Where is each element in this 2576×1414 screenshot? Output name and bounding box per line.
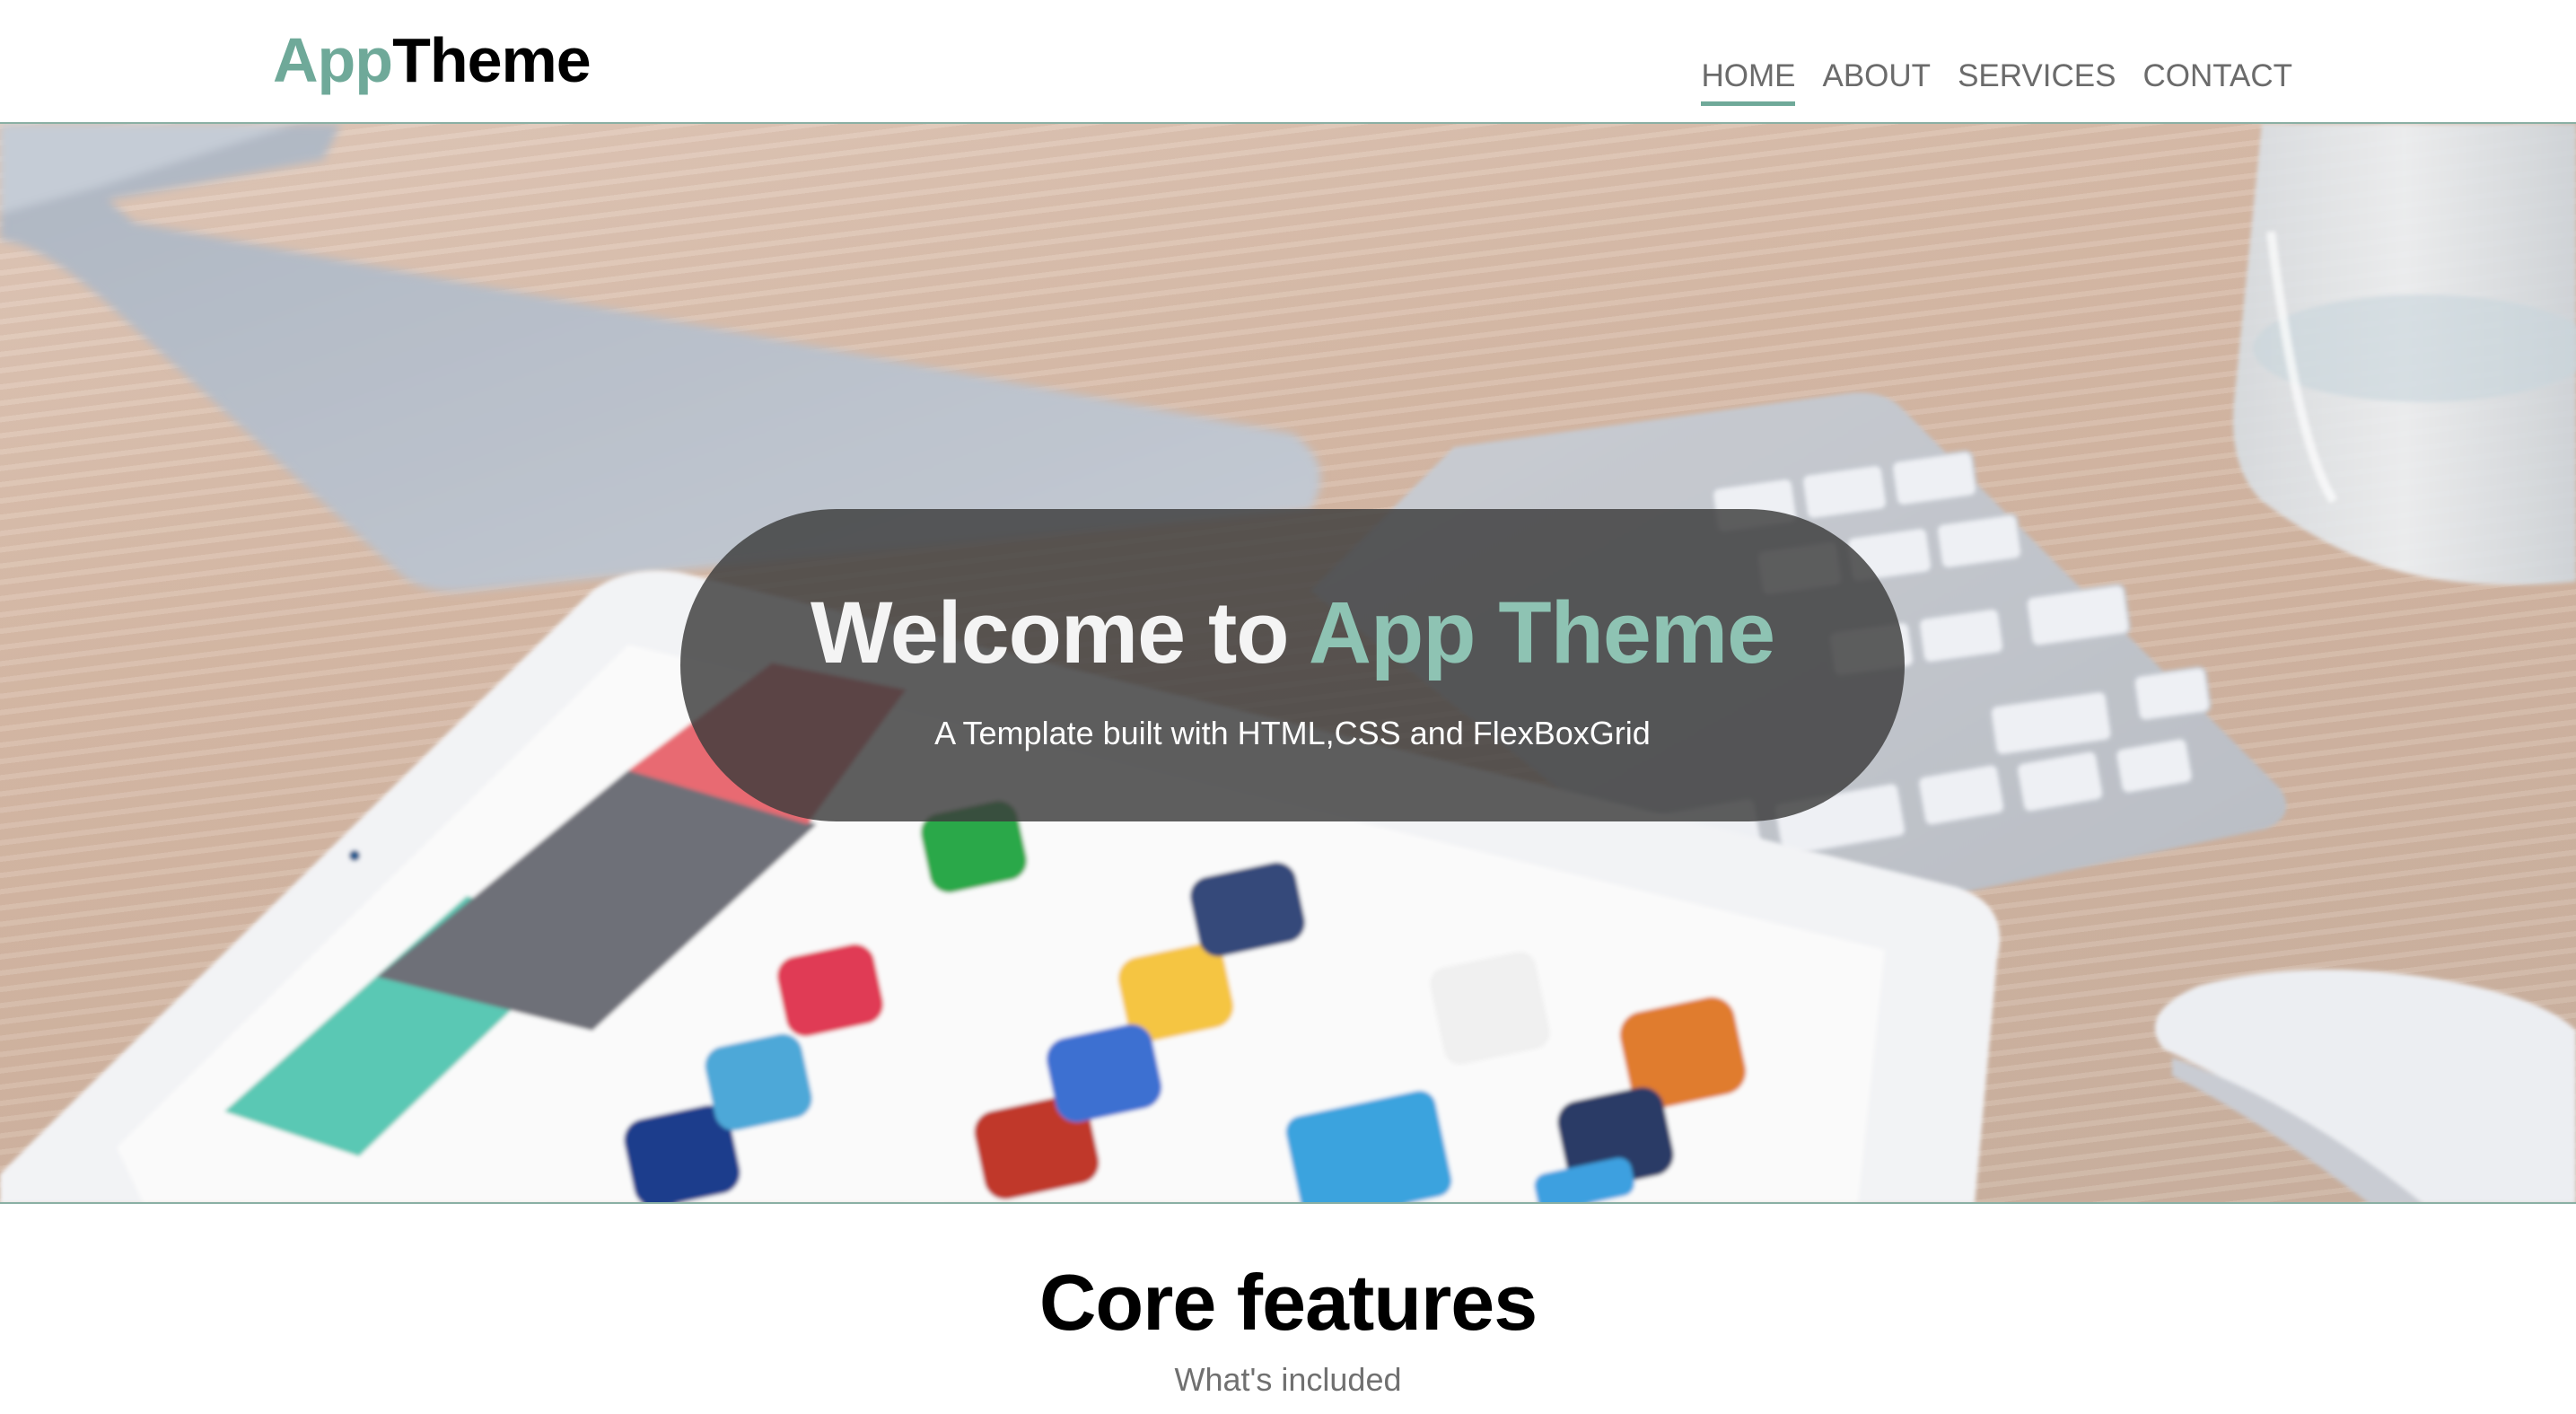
features-section: Core features What's included (0, 1204, 2576, 1414)
nav-about-link[interactable]: ABOUT (1822, 52, 1931, 101)
hero-title-prefix: Welcome to (810, 584, 1309, 681)
logo-app-text: App (273, 25, 393, 95)
site-header: AppTheme HOME ABOUT SERVICES CONTACT (0, 0, 2576, 124)
logo[interactable]: AppTheme (273, 20, 591, 101)
mouse-shape (2155, 970, 2576, 1202)
main-nav: HOME ABOUT SERVICES CONTACT (1701, 52, 2292, 106)
nav-contact-link[interactable]: CONTACT (2142, 52, 2292, 101)
logo-theme-text: Theme (392, 25, 591, 95)
features-subtitle: What's included (1174, 1361, 1402, 1398)
features-title: Core features (1038, 1258, 1538, 1347)
hero-subtitle: A Template built with HTML,CSS and FlexB… (934, 715, 1651, 751)
hero-section: Welcome to App Theme A Template built wi… (0, 124, 2576, 1204)
hero-banner: Welcome to App Theme A Template built wi… (680, 509, 1905, 821)
glass-shape (2233, 124, 2576, 585)
nav-home-link[interactable]: HOME (1701, 52, 1796, 106)
hero-title-accent: App Theme (1308, 584, 1775, 681)
hero-title: Welcome to App Theme (680, 509, 1905, 685)
nav-services-link[interactable]: SERVICES (1958, 52, 2116, 101)
